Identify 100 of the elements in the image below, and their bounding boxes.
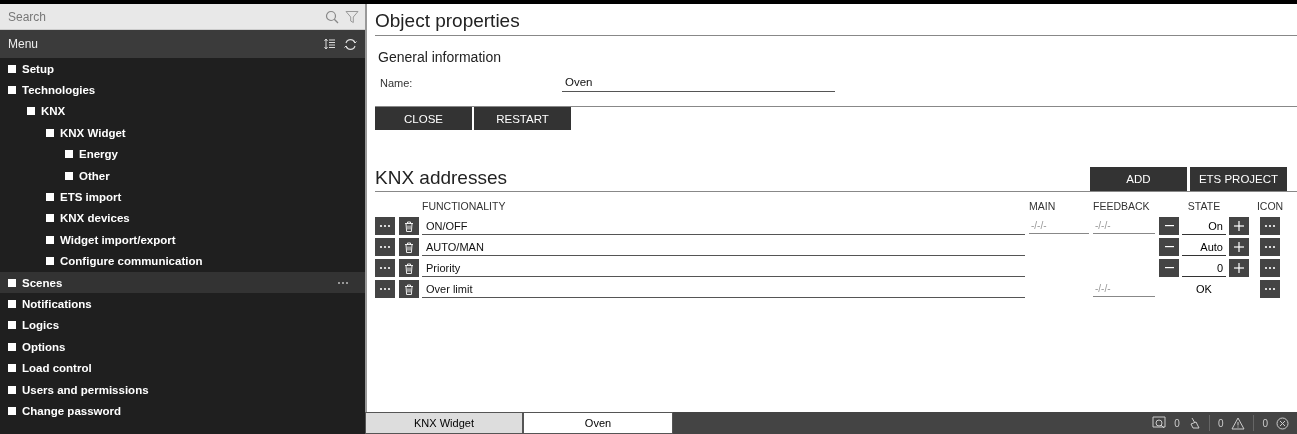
more-button[interactable] [375, 280, 395, 298]
delete-button[interactable] [399, 259, 419, 277]
plus-icon [1234, 242, 1244, 252]
plus-button[interactable] [1229, 259, 1249, 277]
action-button[interactable]: ADD [1090, 167, 1187, 191]
functionality-field[interactable]: AUTO/MAN [422, 238, 1025, 256]
sidebar-item[interactable]: KNX [0, 100, 365, 123]
minus-button[interactable] [1159, 238, 1179, 256]
error-icon[interactable] [1276, 416, 1289, 430]
state-value: OK [1196, 283, 1212, 295]
trash-icon [404, 241, 414, 253]
warning-icon[interactable] [1231, 416, 1246, 430]
document-search-icon[interactable] [1152, 416, 1167, 430]
more-icon [1264, 266, 1276, 270]
bullet-icon [46, 214, 54, 223]
sidebar-item[interactable]: Users and permissions [0, 378, 365, 401]
delete-button[interactable] [399, 280, 419, 298]
more-icon [379, 224, 391, 228]
state-value[interactable]: 0 [1182, 259, 1226, 277]
field-label: Name: [380, 76, 414, 89]
sidebar-item[interactable]: Other [0, 164, 365, 187]
more-icon [379, 245, 391, 249]
functionality-field[interactable]: Priority [422, 259, 1025, 277]
icon-button[interactable] [1260, 259, 1280, 277]
column-header: FUNCTIONALITY [422, 199, 507, 214]
bullet-icon [8, 406, 16, 415]
functionality-field[interactable]: ON/OFF [422, 217, 1025, 235]
count: 0 [1174, 417, 1180, 429]
more-icon[interactable] [337, 280, 349, 285]
state-value[interactable]: On [1182, 217, 1226, 235]
sidebar-item[interactable]: Change password [0, 400, 365, 422]
bullet-icon [8, 86, 16, 95]
icon-button[interactable] [1260, 280, 1280, 298]
minus-icon [1164, 225, 1174, 227]
sidebar-item[interactable]: Load control [0, 357, 365, 379]
more-button[interactable] [375, 238, 395, 256]
sidebar-item[interactable]: ETS import [0, 186, 365, 208]
more-icon [1264, 287, 1276, 291]
tab[interactable]: Oven [523, 412, 673, 434]
bullet-icon [46, 257, 54, 266]
section-title: General information [378, 49, 502, 65]
section-title: KNX addresses [375, 167, 508, 190]
sidebar-item[interactable]: Widget import/export [0, 229, 365, 251]
more-icon [1264, 224, 1276, 228]
column-header: MAIN [1029, 199, 1057, 214]
bullet-icon [8, 321, 16, 330]
bullet-icon [65, 171, 73, 180]
bullet-icon [8, 364, 16, 373]
icon-button[interactable] [1260, 238, 1280, 256]
tab[interactable]: KNX Widget [365, 412, 523, 434]
bullet-icon [8, 300, 16, 308]
sidebar-item[interactable]: Technologies [0, 79, 365, 101]
bullet-icon [46, 193, 54, 202]
minus-button[interactable] [1159, 259, 1179, 277]
sidebar-item[interactable]: Configure communication [0, 250, 365, 272]
list-sort-icon[interactable] [324, 38, 336, 50]
broom-icon[interactable] [1187, 416, 1201, 430]
bullet-icon [8, 385, 16, 394]
bullet-icon [8, 342, 16, 351]
name-field[interactable]: Oven [562, 73, 835, 92]
more-button[interactable] [375, 259, 395, 277]
column-header: STATE [1186, 199, 1222, 214]
trash-icon [404, 283, 414, 295]
page-title: Object properties [375, 4, 1297, 36]
refresh-icon[interactable] [344, 37, 357, 51]
plus-button[interactable] [1229, 238, 1249, 256]
action-button[interactable]: CLOSE [375, 107, 472, 130]
bullet-icon [46, 128, 54, 137]
column-header: FEEDBACK [1093, 199, 1151, 214]
sidebar-item[interactable]: KNX devices [0, 207, 365, 230]
more-button[interactable] [375, 217, 395, 235]
minus-icon [1164, 267, 1174, 269]
bullet-icon [27, 107, 35, 116]
bullet-icon [8, 64, 16, 73]
sidebar-item[interactable]: Notifications [0, 293, 365, 315]
search-icon[interactable] [325, 10, 339, 24]
action-button[interactable]: RESTART [474, 107, 571, 130]
search-field[interactable]: Search [0, 4, 365, 30]
delete-button[interactable] [399, 217, 419, 235]
icon-button[interactable] [1260, 217, 1280, 235]
minus-button[interactable] [1159, 217, 1179, 235]
count: 0 [1262, 417, 1268, 429]
plus-button[interactable] [1229, 217, 1249, 235]
sidebar-item[interactable]: Logics [0, 314, 365, 337]
count: 0 [1217, 417, 1224, 429]
sidebar-item[interactable]: Scenes [0, 271, 365, 294]
state-value[interactable]: Auto [1182, 238, 1226, 256]
action-button[interactable]: ETS PROJECT [1190, 167, 1287, 191]
sidebar-item[interactable]: Options [0, 336, 365, 358]
sidebar-item[interactable]: Setup [0, 58, 365, 80]
bullet-icon [8, 278, 16, 287]
sidebar-item[interactable]: Energy [0, 143, 365, 165]
delete-button[interactable] [399, 238, 419, 256]
trash-icon [404, 262, 414, 274]
functionality-field[interactable]: Over limit [422, 280, 1025, 298]
column-header: ICON [1255, 199, 1285, 214]
plus-icon [1234, 221, 1244, 231]
sidebar-item[interactable]: KNX Widget [0, 122, 365, 144]
menu-title: Menu [8, 37, 40, 51]
trash-icon [404, 220, 414, 232]
